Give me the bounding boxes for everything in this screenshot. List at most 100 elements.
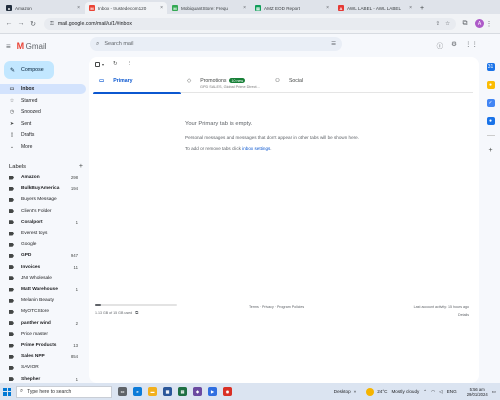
help-icon[interactable]: ⓘ [437, 40, 444, 50]
nav-item-label: Starred [21, 97, 38, 104]
forward-icon[interactable]: → [16, 19, 26, 29]
language-indicator[interactable]: ENG [447, 389, 457, 394]
label-item[interactable]: Sales NPP 854 [0, 351, 86, 362]
nav-item-starred[interactable]: ☆ Starred [0, 96, 86, 106]
chevron-right-icon[interactable]: » [354, 389, 357, 394]
label-item[interactable]: SAVIOR [0, 362, 86, 373]
label-item[interactable]: JNI Wholesale [0, 273, 86, 284]
inbox-settings-link[interactable]: inbox settings [242, 146, 270, 151]
browser-tab[interactable]: M Inbox - trustedecom120 × [85, 2, 167, 14]
close-icon[interactable]: × [326, 5, 329, 11]
share-icon[interactable]: ⇪ [435, 21, 440, 27]
chrome-icon[interactable]: ◉ [223, 387, 232, 396]
app-icon[interactable]: ▦ [163, 387, 172, 396]
volume-icon[interactable]: ◁ [439, 389, 443, 395]
close-icon[interactable]: × [160, 5, 163, 11]
footer-links[interactable]: Terms · Privacy · Program Policies [249, 305, 304, 309]
weather-text[interactable]: Mostly cloudy [391, 389, 419, 394]
taskbar-search-input[interactable]: Type here to search [27, 389, 71, 395]
calendar-icon[interactable]: 31 [486, 63, 495, 71]
tab-title: Amazon [15, 5, 32, 11]
select-all-control[interactable]: ▾ [95, 61, 104, 67]
label-item[interactable]: Buyers Message [0, 194, 86, 205]
back-icon[interactable]: ← [4, 19, 14, 29]
search-input[interactable]: Search mail [104, 41, 133, 47]
label-item[interactable]: Coralport 1 [0, 217, 86, 228]
label-item[interactable]: Invoices 11 [0, 262, 86, 273]
task-view-icon[interactable]: ▭ [118, 387, 127, 396]
nav-item-more[interactable]: ⌄ More [0, 142, 86, 152]
label-item[interactable]: Google [0, 239, 86, 250]
browser-tab[interactable]: M MobiquantStore: Frequ × [168, 2, 250, 14]
label-item[interactable]: MyOTCStore [0, 306, 86, 317]
more-options-icon[interactable]: ⋮ [127, 61, 133, 67]
caret-down-icon[interactable]: ▾ [102, 62, 104, 67]
app-icon[interactable]: ◆ [193, 387, 202, 396]
reload-icon[interactable]: ↻ [28, 19, 38, 29]
extensions-icon[interactable]: ⧉ [460, 19, 470, 29]
get-addons-plus-icon[interactable]: + [487, 146, 495, 154]
notifications-icon[interactable]: ▭ [492, 389, 496, 395]
label-item[interactable]: Price master [0, 329, 86, 340]
taskbar-search[interactable]: ⌕ Type here to search [16, 385, 112, 398]
tasks-icon[interactable]: ✓ [486, 99, 495, 107]
tray-up-arrow-icon[interactable]: ⌃ [423, 389, 427, 395]
refresh-icon[interactable]: ↻ [113, 61, 118, 67]
browser-tab[interactable]: A AWL LABEL - AWL LABEL × [334, 2, 416, 14]
select-checkbox[interactable] [95, 61, 100, 67]
label-item[interactable]: Everest toys [0, 228, 86, 239]
temperature[interactable]: 24°C [377, 389, 387, 394]
app-icon[interactable]: ▤ [178, 387, 187, 396]
label-name: GPD [21, 253, 32, 259]
details-link[interactable]: Details [414, 313, 469, 317]
close-icon[interactable]: × [77, 5, 80, 11]
main-menu-icon[interactable]: ≡ [6, 42, 11, 51]
wifi-icon[interactable]: ◠ [431, 389, 435, 395]
desktop-label[interactable]: Desktop [334, 389, 351, 394]
label-name: Shepher [21, 376, 41, 382]
label-item[interactable]: Matt Warehouse 1 [0, 284, 86, 295]
contacts-icon[interactable]: ● [486, 117, 495, 125]
label-item[interactable]: GPD 947 [0, 250, 86, 261]
clock[interactable]: 5:56 am 29/01/2024 [467, 387, 488, 397]
label-item[interactable]: Client's Folder [0, 206, 86, 217]
edge-icon[interactable]: e [133, 387, 142, 396]
address-bar[interactable]: ⚿ mail.google.com/mail/u/1/#inbox ⇪ ☆ [44, 17, 456, 30]
label-item[interactable]: Prime Products 13 [0, 340, 86, 351]
compose-button[interactable]: ✎ Compose [4, 61, 54, 79]
search-icon[interactable]: ⌕ [96, 41, 99, 48]
nav-item-snoozed[interactable]: ◷ Snoozed [0, 107, 86, 117]
tab-promotions[interactable]: ◇ Promotions 10 new GPD SALES, Global Prime… [181, 73, 269, 93]
gmail-logo[interactable]: M Gmail [17, 41, 47, 51]
close-icon[interactable]: × [409, 5, 412, 11]
label-tag-icon [9, 186, 14, 191]
external-link-icon[interactable]: ⧉ [135, 310, 138, 315]
keep-icon[interactable]: ● [486, 81, 495, 89]
menu-dots-icon[interactable]: ⋮ [484, 19, 494, 29]
tab-social[interactable]: ⚇ Social [269, 73, 357, 93]
tab-primary[interactable]: ▭ Primary [93, 73, 181, 94]
nav-item-drafts[interactable]: ▯ Drafts [0, 130, 86, 140]
bookmark-star-icon[interactable]: ☆ [445, 21, 450, 27]
profile-avatar[interactable]: A [475, 19, 484, 28]
label-item[interactable]: Melanin Beauty [0, 295, 86, 306]
google-apps-icon[interactable]: ⋮⋮ [465, 40, 478, 50]
weather-sun-icon [366, 387, 375, 396]
search-bar[interactable]: ⌕ Search mail ☰ [90, 37, 342, 51]
nav-item-sent[interactable]: ➤ Sent [0, 119, 86, 129]
browser-tab[interactable]: ▤ AMZ EOD Report × [251, 2, 333, 14]
create-label-plus-icon[interactable]: + [79, 163, 83, 170]
zoom-icon[interactable]: ▶ [208, 387, 217, 396]
label-item[interactable]: Amazon 298 [0, 172, 86, 183]
file-explorer-icon[interactable]: ▬ [148, 387, 157, 396]
label-item[interactable]: panther wind 2 [0, 318, 86, 329]
close-icon[interactable]: × [243, 5, 246, 11]
windows-start-icon[interactable] [2, 387, 12, 397]
filter-options-icon[interactable]: ☰ [331, 41, 336, 47]
windows-taskbar: ⌕ Type here to search ▭ e ▬ ▦ ▤ ◆ ▶ ◉ De… [0, 383, 500, 400]
settings-gear-icon[interactable]: ⚙ [451, 40, 457, 50]
label-item[interactable]: BulkBuyAmerica 194 [0, 183, 86, 194]
browser-tab[interactable]: a Amazon × [2, 2, 84, 14]
new-tab-plus-icon[interactable]: + [417, 2, 427, 14]
nav-item-inbox[interactable]: ▭ Inbox [0, 84, 86, 94]
